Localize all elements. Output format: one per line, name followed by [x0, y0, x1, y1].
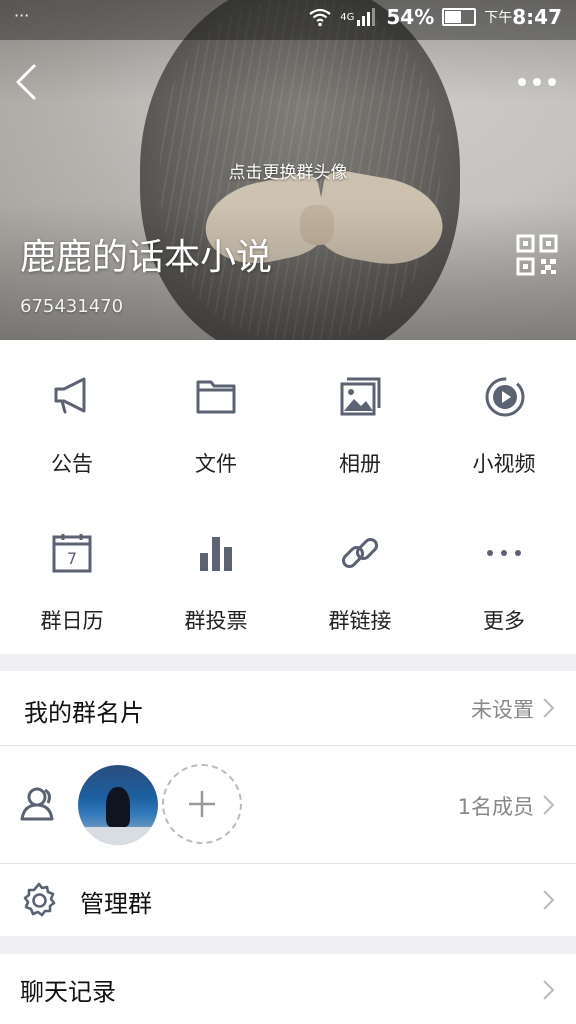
gear-icon — [23, 882, 56, 917]
feature-link[interactable]: 群链接 — [288, 497, 432, 654]
wifi-icon — [309, 8, 331, 27]
video-icon — [485, 377, 525, 417]
feature-label: 相册 — [339, 452, 381, 476]
feature-announcement[interactable]: 公告 — [0, 340, 144, 497]
plus-icon — [189, 791, 215, 817]
manage-group-title: 管理群 — [80, 890, 152, 918]
qr-code-icon — [516, 234, 558, 276]
megaphone-icon — [54, 377, 86, 414]
more-dot-icon — [533, 78, 541, 86]
feature-calendar[interactable]: 7 群日历 — [0, 497, 144, 654]
feature-short-video[interactable]: 小视频 — [432, 340, 576, 497]
time-prefix: 下午 — [484, 10, 513, 26]
more-dot-icon — [548, 78, 556, 86]
feature-label: 文件 — [195, 452, 237, 476]
my-group-card-title: 我的群名片 — [24, 699, 144, 727]
manage-group-row[interactable]: 管理群 — [0, 864, 576, 936]
chevron-right-icon — [543, 980, 555, 1000]
feature-grid: 公告 文件 相册 小视频 7 群日历 群投票 群链接 更多 — [0, 340, 576, 654]
feature-label: 小视频 — [472, 452, 536, 476]
calendar-day: 7 — [67, 549, 77, 568]
feature-album[interactable]: 相册 — [288, 340, 432, 497]
qr-code-button[interactable] — [516, 234, 558, 276]
avatar-image-boat — [78, 827, 158, 845]
chat-history-title: 聊天记录 — [20, 978, 116, 1006]
clock: 8:47 — [512, 5, 562, 29]
feature-label: 群投票 — [184, 609, 248, 633]
status-bar: ··· 4G 54% 下午 8:47 — [0, 0, 576, 40]
my-group-card-value: 未设置 — [471, 698, 534, 722]
feature-files[interactable]: 文件 — [144, 340, 288, 497]
feature-label: 群日历 — [40, 609, 104, 633]
feature-vote[interactable]: 群投票 — [144, 497, 288, 654]
folder-icon — [196, 380, 236, 414]
link-icon — [341, 537, 379, 569]
network-type: 4G — [340, 11, 355, 23]
member-avatar[interactable] — [78, 765, 158, 845]
feature-label: 更多 — [483, 609, 525, 633]
status-right: 4G 54% 下午 8:47 — [308, 5, 562, 29]
more-dot-icon — [518, 78, 526, 86]
my-group-card-row[interactable]: 我的群名片 未设置 — [0, 671, 576, 745]
chevron-right-icon — [543, 795, 555, 815]
battery-percent: 54% — [386, 5, 435, 29]
group-name: 鹿鹿的话本小说 — [20, 237, 273, 278]
signal-icon — [357, 8, 376, 26]
chevron-right-icon — [543, 890, 555, 910]
group-id: 675431470 — [20, 296, 124, 317]
album-icon — [340, 377, 381, 416]
bar-chart-icon — [200, 537, 232, 571]
change-avatar-hint[interactable]: 点击更换群头像 — [0, 158, 576, 183]
chat-history-row[interactable]: 聊天记录 — [0, 954, 576, 1024]
add-member-button[interactable] — [162, 764, 242, 844]
notification-dots: ··· — [14, 6, 30, 25]
back-button[interactable] — [10, 60, 50, 104]
more-options-button[interactable] — [518, 70, 562, 94]
more-dots-icon — [487, 550, 521, 556]
feature-label: 公告 — [51, 452, 93, 476]
feature-more[interactable]: 更多 — [432, 497, 576, 654]
feature-label: 群链接 — [328, 609, 392, 633]
back-arrow-icon — [16, 64, 36, 100]
calendar-icon: 7 — [52, 534, 92, 573]
chevron-right-icon — [543, 698, 555, 718]
avatar-image-person — [106, 787, 130, 827]
member-count: 1名成员 — [457, 795, 534, 819]
battery-icon — [442, 8, 477, 26]
members-icon — [20, 787, 54, 821]
